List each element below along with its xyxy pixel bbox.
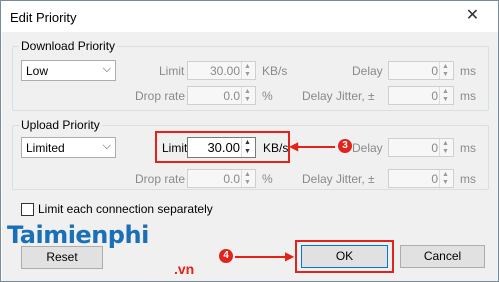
download-delay-label: Delay — [352, 64, 383, 78]
download-delay-spinner[interactable]: 0 ▲ ▼ — [388, 61, 454, 80]
download-drop-label: Drop rate — [135, 89, 186, 103]
spin-up-icon[interactable]: ▲ — [442, 140, 449, 147]
upload-jitter-value: 0 — [431, 172, 438, 186]
upload-delay-spinner[interactable]: 0 ▲ ▼ — [388, 138, 454, 157]
spin-buttons[interactable]: ▲ ▼ — [241, 62, 255, 79]
download-limit-value: 30.00 — [209, 64, 240, 78]
edit-priority-dialog: Edit Priority ✕ Download Priority Low ⌵ … — [0, 0, 499, 282]
download-delay-value: 0 — [431, 64, 438, 78]
download-jitter-value: 0 — [431, 89, 438, 103]
upload-drop-spinner[interactable]: 0.0 ▲ ▼ — [187, 169, 256, 188]
separate-connections-checkbox[interactable] — [21, 203, 34, 216]
arrow-head-4-icon: ▶ — [285, 249, 295, 263]
close-button[interactable]: ✕ — [447, 1, 498, 32]
upload-drop-unit: % — [262, 172, 273, 186]
download-jitter-label: Delay Jitter, ± — [302, 89, 375, 103]
upload-delay-value: 0 — [431, 141, 438, 155]
download-limit-spinner[interactable]: 30.00 ▲ ▼ — [187, 61, 256, 80]
upload-drop-label: Drop rate — [135, 172, 186, 186]
watermark-logo-suffix: .vn — [174, 261, 195, 277]
spin-down-icon[interactable]: ▼ — [244, 96, 251, 103]
ok-button[interactable]: OK — [301, 245, 388, 268]
separate-connections-label: Limit each connection separately — [38, 202, 213, 216]
download-drop-spinner[interactable]: 0.0 ▲ ▼ — [187, 86, 256, 105]
spin-buttons[interactable]: ▲ ▼ — [241, 170, 255, 187]
chevron-down-icon: ⌵ — [102, 63, 111, 75]
spin-down-icon[interactable]: ▼ — [442, 179, 449, 186]
download-priority-select[interactable]: Low ⌵ — [21, 60, 116, 81]
download-jitter-unit: ms — [460, 89, 476, 103]
cancel-button[interactable]: Cancel — [400, 245, 485, 268]
spin-buttons[interactable]: ▲ ▼ — [439, 87, 453, 104]
download-priority-value: Low — [26, 64, 49, 78]
download-delay-unit: ms — [460, 64, 476, 78]
arrow-head-3-icon: ◀ — [289, 139, 299, 153]
download-priority-legend: Download Priority — [19, 39, 118, 53]
highlight-box-3 — [155, 131, 290, 163]
spin-buttons[interactable]: ▲ ▼ — [439, 139, 453, 156]
upload-priority-select[interactable]: Limited ⌵ — [21, 137, 116, 158]
spin-down-icon[interactable]: ▼ — [244, 179, 251, 186]
upload-priority-legend: Upload Priority — [19, 118, 102, 132]
download-jitter-spinner[interactable]: 0 ▲ ▼ — [388, 86, 454, 105]
upload-jitter-unit: ms — [460, 172, 476, 186]
spin-buttons[interactable]: ▲ ▼ — [241, 87, 255, 104]
chevron-down-icon: ⌵ — [102, 140, 111, 152]
download-limit-label: Limit — [159, 64, 185, 78]
title-bar: Edit Priority ✕ — [1, 1, 498, 32]
spin-down-icon[interactable]: ▼ — [442, 96, 449, 103]
reset-button[interactable]: Reset — [21, 246, 103, 269]
upload-jitter-label: Delay Jitter, ± — [302, 172, 375, 186]
upload-delay-label: Delay — [352, 141, 383, 155]
step-marker-4: 4 — [219, 249, 233, 263]
download-drop-value: 0.0 — [223, 89, 240, 103]
step-marker-3: 3 — [338, 139, 352, 153]
watermark-logo: Taimienphi — [7, 221, 149, 249]
download-limit-unit: KB/s — [262, 64, 288, 78]
spin-up-icon[interactable]: ▲ — [442, 171, 449, 178]
spin-buttons[interactable]: ▲ ▼ — [439, 170, 453, 187]
spin-up-icon[interactable]: ▲ — [244, 171, 251, 178]
upload-delay-unit: ms — [460, 141, 476, 155]
spin-down-icon[interactable]: ▼ — [442, 71, 449, 78]
upload-jitter-spinner[interactable]: 0 ▲ ▼ — [388, 169, 454, 188]
spin-down-icon[interactable]: ▼ — [244, 71, 251, 78]
dialog-title: Edit Priority — [10, 10, 77, 25]
spin-up-icon[interactable]: ▲ — [442, 88, 449, 95]
upload-drop-value: 0.0 — [223, 172, 240, 186]
arrow-line-4 — [235, 256, 287, 258]
spin-up-icon[interactable]: ▲ — [244, 88, 251, 95]
upload-priority-value: Limited — [26, 141, 65, 155]
spin-buttons[interactable]: ▲ ▼ — [439, 62, 453, 79]
spin-down-icon[interactable]: ▼ — [442, 148, 449, 155]
spin-up-icon[interactable]: ▲ — [442, 63, 449, 70]
spin-up-icon[interactable]: ▲ — [244, 63, 251, 70]
download-drop-unit: % — [262, 89, 273, 103]
